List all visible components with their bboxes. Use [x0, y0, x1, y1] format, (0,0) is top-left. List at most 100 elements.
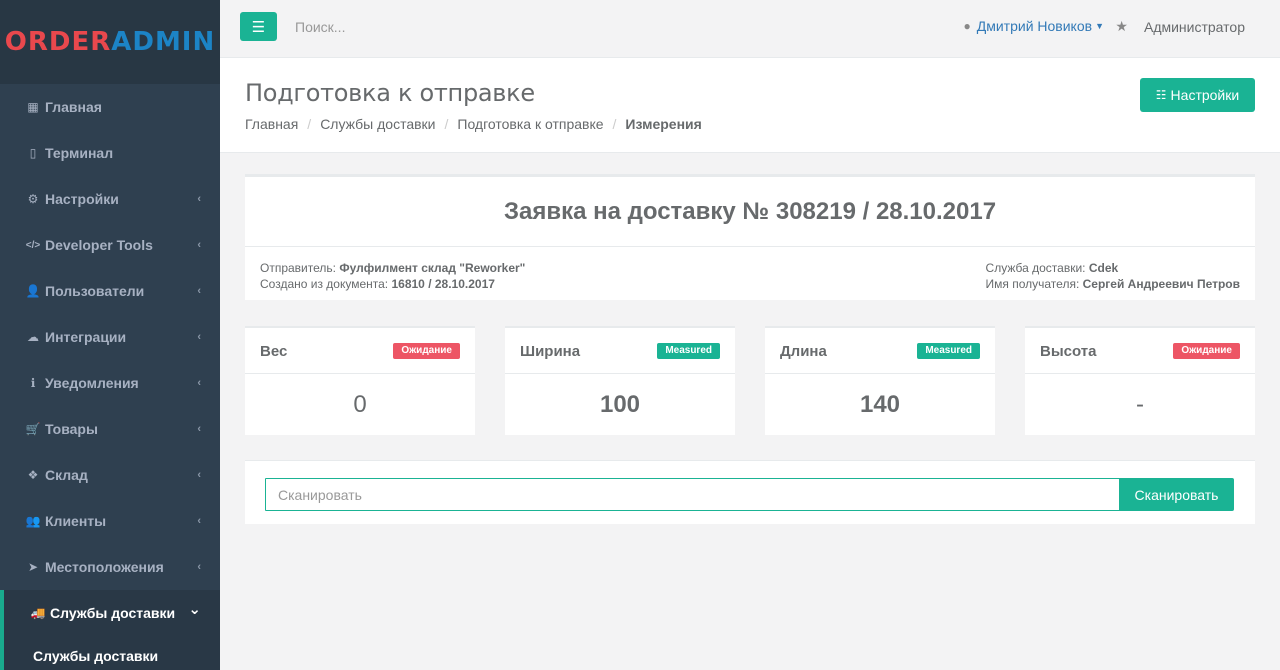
- grid-icon: ▦: [27, 100, 39, 114]
- sidebar-item-5[interactable]: ☁ Интеграции ‹: [0, 314, 220, 360]
- sidebar-item-1[interactable]: ▯ Терминал: [0, 130, 220, 176]
- measure-card-width: Ширина Measured 100: [505, 326, 735, 435]
- user-icon: 👤: [25, 284, 41, 298]
- measure-value: -: [1136, 391, 1144, 418]
- request-info-right: Служба доставки: Cdek Имя получателя: Се…: [986, 260, 1240, 292]
- sidebar-item-2[interactable]: ⚙ Настройки ‹: [0, 176, 220, 222]
- measure-card-weight: Вес Ожидание 0: [245, 326, 475, 435]
- measure-value: 0: [353, 391, 367, 418]
- chevron-left-icon: ‹: [197, 239, 201, 251]
- sidebar-item-label: Склад: [45, 467, 88, 483]
- sidebar-item-label: Местоположения: [45, 559, 164, 575]
- measure-card-height: Высота Ожидание -: [1025, 326, 1255, 435]
- sidebar-item-7[interactable]: 🛒 Товары ‹: [0, 406, 220, 452]
- breadcrumb: Главная / Службы доставки / Подготовка к…: [245, 116, 702, 132]
- settings-button[interactable]: ☷ Настройки: [1140, 78, 1255, 112]
- code-icon: </>: [25, 239, 41, 251]
- sidebar-subitem-delivery-services[interactable]: Службы доставки: [0, 636, 220, 670]
- users-icon: 👥: [25, 514, 41, 528]
- sidebar-item-label: Интеграции: [45, 329, 127, 345]
- chevron-left-icon: ‹: [197, 331, 201, 343]
- measure-label: Высота: [1040, 343, 1097, 360]
- measure-card-header: Высота Ожидание: [1025, 328, 1255, 374]
- hamburger-icon: ☰: [251, 18, 266, 36]
- cart-icon: 🛒: [25, 422, 41, 436]
- status-badge: Ожидание: [393, 343, 460, 359]
- sidebar-item-label: Developer Tools: [45, 237, 153, 253]
- location-arrow-icon: ➤: [27, 560, 39, 574]
- measure-card-length: Длина Measured 140: [765, 326, 995, 435]
- settings-button-label: Настройки: [1170, 87, 1240, 103]
- sidebar-item-8[interactable]: ❖ Склад ‹: [0, 452, 220, 498]
- breadcrumb-item-delivery-services[interactable]: Службы доставки: [320, 116, 435, 132]
- sidebar-item-label: Терминал: [45, 145, 114, 161]
- measure-value: 140: [859, 391, 901, 418]
- status-badge: Measured: [657, 343, 720, 359]
- sidebar-item-label: Уведомления: [45, 375, 139, 391]
- sidebar-item-11[interactable]: 🚚 Службы доставки ⌄: [0, 590, 220, 636]
- sidebar-item-label: Главная: [45, 99, 102, 115]
- breadcrumb-separator: /: [444, 116, 449, 132]
- gear-icon: ⚙: [27, 192, 39, 206]
- measure-label: Ширина: [520, 343, 581, 360]
- user-menu[interactable]: ● Дмитрий Новиков ▼: [964, 18, 1105, 34]
- measure-card-header: Длина Measured: [765, 328, 995, 374]
- page-heading: Подготовка к отправке Главная / Службы д…: [220, 58, 1280, 153]
- sidebar-item-10[interactable]: ➤ Местоположения ‹: [0, 544, 220, 590]
- measure-label: Длина: [780, 343, 827, 360]
- measure-value: 100: [599, 391, 641, 418]
- scan-card: Сканировать: [245, 460, 1255, 524]
- chevron-left-icon: ‹: [197, 423, 201, 435]
- breadcrumb-item-measurements: Измерения: [625, 116, 702, 132]
- created-label: Создано из документа:: [260, 277, 389, 291]
- status-badge: Measured: [917, 343, 980, 359]
- role-label: Администратор: [1143, 18, 1245, 35]
- sidebar-item-label: Настройки: [45, 191, 119, 207]
- sidebar-item-0[interactable]: ▦ Главная: [0, 84, 220, 130]
- sidebar: ORDER ADMIN ▦ Главная ▯ Терминал ⚙ Настройки ‹ <…: [0, 0, 220, 670]
- chevron-left-icon: ‹: [197, 469, 201, 481]
- breadcrumb-item-shipping-prep[interactable]: Подготовка к отправке: [457, 116, 603, 132]
- sliders-icon: ☷: [1155, 88, 1167, 102]
- breadcrumb-separator: /: [612, 116, 617, 132]
- search-input[interactable]: [295, 19, 595, 35]
- request-info-left: Отправитель: Фулфилмент склад "Reworker"…: [260, 260, 525, 292]
- chevron-left-icon: ‹: [197, 561, 201, 573]
- sidebar-item-6[interactable]: ℹ Уведомления ‹: [0, 360, 220, 406]
- logo-part-order: ORDER: [4, 27, 112, 57]
- sender-label: Отправитель:: [260, 261, 336, 275]
- cubes-icon: ❖: [27, 468, 39, 482]
- delivery-request-card: Заявка на доставку № 308219 / 28.10.2017…: [245, 174, 1255, 300]
- topbar: ☰ ● Дмитрий Новиков ▼ ★ Администратор: [220, 0, 1280, 58]
- logo-part-admin: ADMIN: [111, 27, 216, 57]
- measure-card-header: Ширина Measured: [505, 328, 735, 374]
- user-icon: ●: [963, 19, 971, 33]
- breadcrumb-item-home[interactable]: Главная: [245, 116, 298, 132]
- sidebar-item-label: Товары: [45, 421, 98, 437]
- sidebar-item-4[interactable]: 👤 Пользователи ‹: [0, 268, 220, 314]
- logo[interactable]: ORDER ADMIN: [0, 0, 220, 84]
- service-label: Служба доставки:: [985, 261, 1086, 275]
- scan-input[interactable]: [265, 478, 1120, 511]
- scan-button[interactable]: Сканировать: [1119, 478, 1234, 511]
- sender-value: Фулфилмент склад "Reworker": [339, 261, 526, 275]
- sidebar-item-label: Клиенты: [45, 513, 107, 529]
- user-name: Дмитрий Новиков: [976, 18, 1093, 34]
- sidebar-item-label: Службы доставки: [50, 605, 176, 621]
- service-value: Cdek: [1088, 261, 1119, 275]
- star-icon: ★: [1115, 18, 1128, 34]
- sidebar-nav: ▦ Главная ▯ Терминал ⚙ Настройки ‹ </> Developer…: [0, 84, 220, 636]
- info-icon: ℹ: [30, 376, 36, 390]
- caret-down-icon: ▼: [1095, 21, 1104, 31]
- chevron-down-icon: ⌄: [188, 601, 201, 618]
- mobile-icon: ▯: [29, 146, 37, 160]
- breadcrumb-separator: /: [307, 116, 312, 132]
- page-title: Подготовка к отправке: [245, 79, 535, 107]
- role-indicator: ★ Администратор: [1115, 18, 1245, 35]
- recipient-value: Сергей Андреевич Петров: [1082, 277, 1240, 291]
- menu-toggle-button[interactable]: ☰: [240, 12, 277, 41]
- chevron-left-icon: ‹: [197, 285, 201, 297]
- cloud-download-icon: ☁: [27, 330, 39, 344]
- sidebar-item-3[interactable]: </> Developer Tools ‹: [0, 222, 220, 268]
- sidebar-item-9[interactable]: 👥 Клиенты ‹: [0, 498, 220, 544]
